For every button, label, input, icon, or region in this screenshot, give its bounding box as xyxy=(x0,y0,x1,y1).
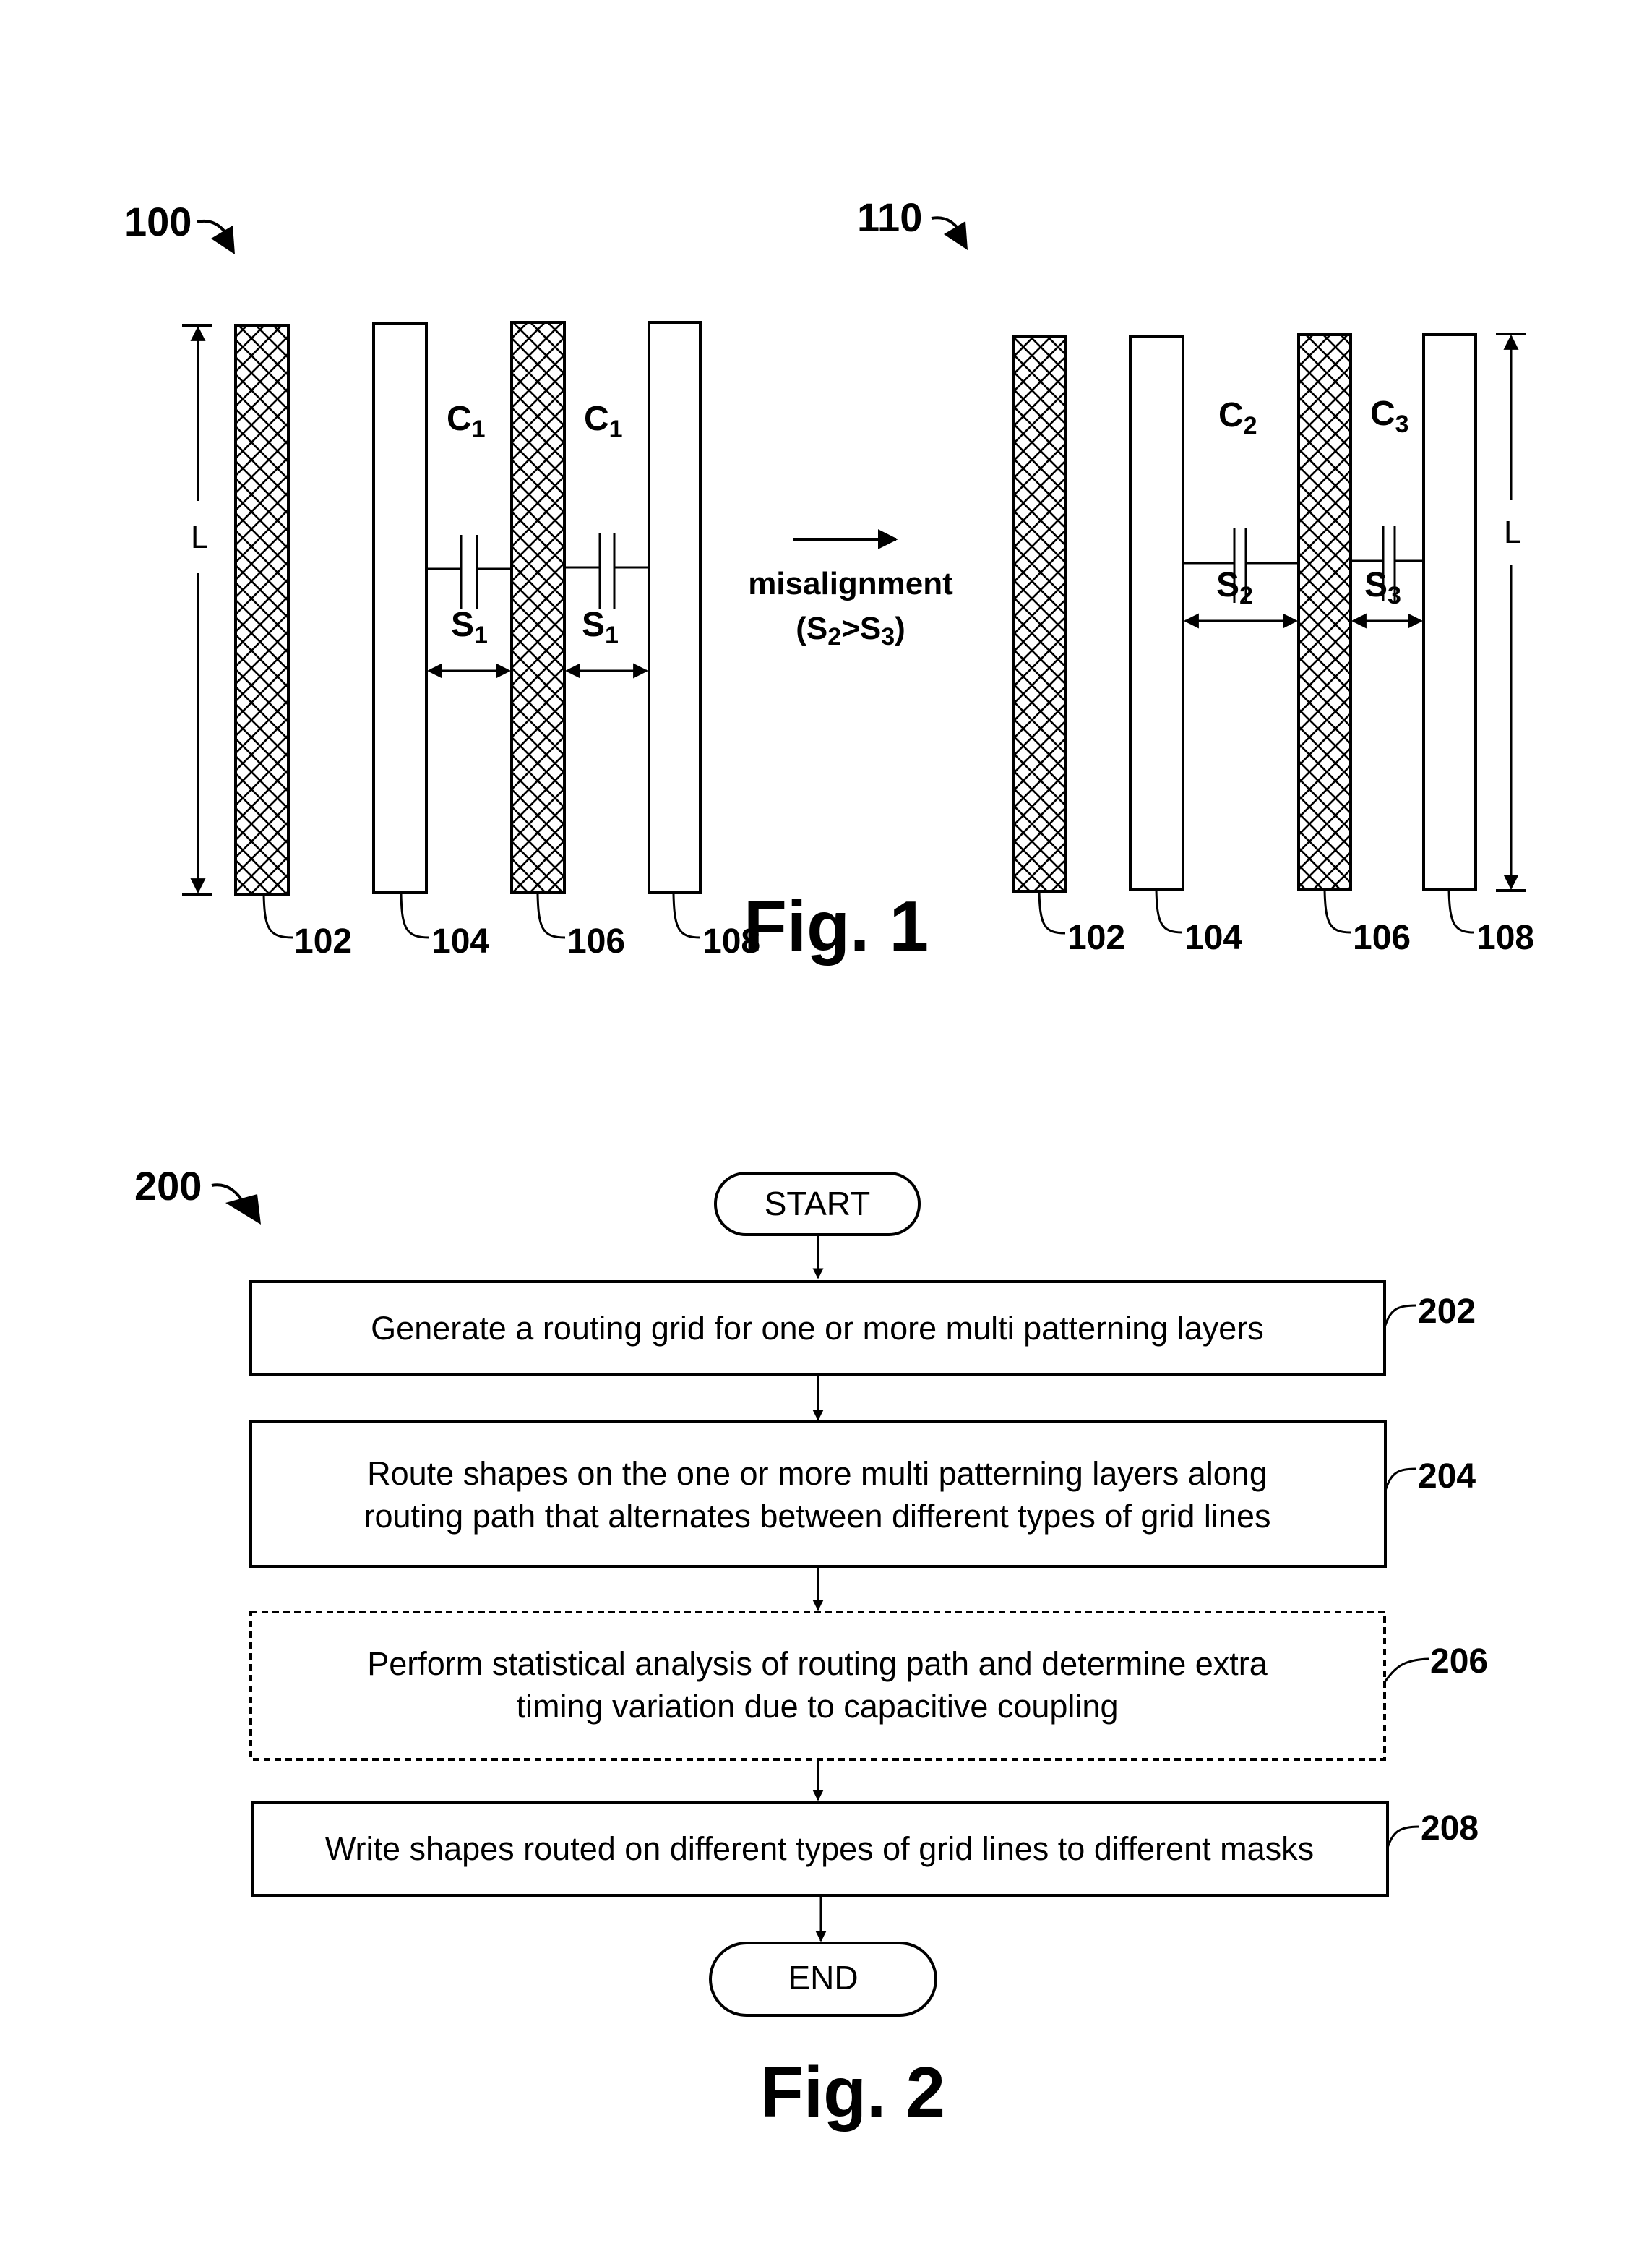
end-terminator: END xyxy=(709,1942,937,2017)
label-106-left: 106 xyxy=(567,922,625,961)
leader-104-left xyxy=(400,893,430,939)
step-202-leader xyxy=(1383,1304,1417,1328)
spacing-label-s2: S2 xyxy=(1216,566,1253,609)
label-104-right: 104 xyxy=(1184,919,1242,957)
step-208-leader xyxy=(1386,1825,1420,1848)
cap-label-left-2: C1 xyxy=(584,400,623,443)
line-108-plain xyxy=(648,321,702,894)
label-102-left: 102 xyxy=(294,922,352,961)
step-202-text: Generate a routing grid for one or more … xyxy=(371,1310,1264,1347)
misalignment-transition: misalignment (S2>S3) xyxy=(748,529,953,651)
leader-102-left xyxy=(262,893,293,939)
step-204-leader xyxy=(1384,1467,1417,1491)
step-202-ref: 202 xyxy=(1418,1292,1476,1331)
cap-label-c3: C3 xyxy=(1370,395,1409,438)
line-104-plain xyxy=(372,322,428,894)
start-label: START xyxy=(765,1185,871,1222)
label-106-right: 106 xyxy=(1353,919,1411,957)
figure-2-caption: Fig. 2 xyxy=(760,2052,945,2132)
line-106-hatched-right xyxy=(1297,333,1352,891)
ref-100-label: 100 xyxy=(124,199,192,244)
figure-1: 100 L C1 C1 S1 S1 102 104 106 108 misali… xyxy=(124,194,1534,966)
figure-1-caption: Fig. 1 xyxy=(744,886,929,966)
step-204-ref: 204 xyxy=(1418,1457,1476,1496)
capacitor-c1-a-icon xyxy=(426,535,512,609)
ref-200-callout: 200 xyxy=(134,1163,261,1225)
length-dimension-left: L xyxy=(182,324,212,896)
line-106-hatched xyxy=(510,321,566,894)
line-102-hatched-right xyxy=(1012,335,1067,893)
cap-label-left-1: C1 xyxy=(447,400,486,443)
start-terminator: START xyxy=(714,1172,921,1236)
line-108-plain-right xyxy=(1422,333,1477,891)
step-206-box-dashed xyxy=(249,1611,1386,1761)
leader-106-right xyxy=(1323,889,1351,934)
end-label: END xyxy=(788,1959,858,1997)
line-labels-left: 102 104 106 108 xyxy=(262,893,760,961)
ref-200-label: 200 xyxy=(134,1163,202,1209)
capacitor-c1-b-icon xyxy=(564,533,649,609)
leader-108-left xyxy=(672,893,701,939)
length-label-right: L xyxy=(1504,515,1521,550)
misalignment-label: misalignment xyxy=(748,566,953,601)
ref-110-callout: 110 xyxy=(857,194,968,250)
step-206: Perform statistical analysis of routing … xyxy=(249,1611,1488,1761)
leader-104-right xyxy=(1155,889,1183,934)
ref-100-callout: 100 xyxy=(124,199,235,254)
cap-label-c2: C2 xyxy=(1218,396,1257,439)
step-204-text-line-2: routing path that alternates between dif… xyxy=(364,1498,1271,1535)
length-label: L xyxy=(191,520,208,555)
label-108-right: 108 xyxy=(1476,919,1534,957)
step-206-text-line-2: timing variation due to capacitive coupl… xyxy=(517,1688,1119,1725)
leader-102-right xyxy=(1038,891,1066,935)
step-208-text: Write shapes routed on different types o… xyxy=(325,1830,1314,1867)
step-206-text-line-1: Perform statistical analysis of routing … xyxy=(367,1645,1268,1682)
misalignment-condition: (S2>S3) xyxy=(796,611,905,651)
leader-108-right xyxy=(1447,889,1475,934)
step-206-ref: 206 xyxy=(1430,1642,1488,1681)
ref-200-arrowhead-icon xyxy=(225,1194,261,1225)
figure-2-flowchart: 200 START Generate a routing grid for on… xyxy=(134,1163,1488,2132)
line-104-plain-right xyxy=(1129,335,1184,891)
patent-drawing-sheet: 100 L C1 C1 S1 S1 102 104 106 108 misali… xyxy=(124,194,1534,2132)
step-208-ref: 208 xyxy=(1421,1809,1479,1848)
step-202: Generate a routing grid for one or more … xyxy=(249,1280,1476,1376)
step-206-leader xyxy=(1383,1657,1429,1683)
leader-106-left xyxy=(536,893,566,939)
step-204: Route shapes on the one or more multi pa… xyxy=(249,1420,1476,1568)
spacing-label-left-2: S1 xyxy=(582,606,619,649)
step-204-box xyxy=(249,1420,1387,1568)
line-labels-right: 102 104 106 108 xyxy=(1038,889,1534,957)
label-104-left: 104 xyxy=(431,922,489,961)
step-204-text-line-1: Route shapes on the one or more multi pa… xyxy=(367,1455,1268,1492)
ref-110-label: 110 xyxy=(857,194,922,240)
label-102-right: 102 xyxy=(1067,919,1125,957)
spacing-label-left-1: S1 xyxy=(451,606,488,649)
length-dimension-right: L xyxy=(1496,333,1526,892)
line-102-hatched xyxy=(234,324,290,896)
step-208: Write shapes routed on different types o… xyxy=(251,1801,1479,1897)
